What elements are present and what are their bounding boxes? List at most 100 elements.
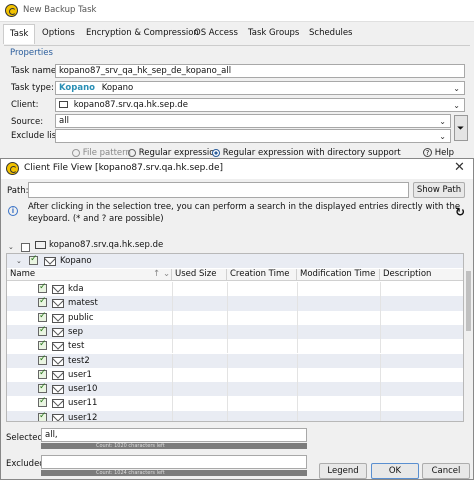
table-row[interactable]: sep [7,324,463,340]
row-name: matest [68,298,98,309]
dialog-title: Client File View [kopano87.srv.qa.hk.sep… [24,163,224,173]
mail-icon [52,370,64,380]
scrollbar-thumb[interactable] [466,271,471,331]
column-divider [297,296,298,311]
column-name-header[interactable]: Name ↑ ⌄ [7,269,172,281]
app-icon [6,162,19,175]
row-checkbox[interactable] [38,325,47,336]
row-name: sep [68,326,84,337]
column-divider [227,353,228,368]
task-type-select[interactable]: Kopano Kopano ⌄ [55,81,465,95]
column-modification-time-header[interactable]: Modification Time [297,269,380,281]
selected-count-meter: Count: 1020 characters left [41,443,307,449]
tab-options[interactable]: Options [36,24,81,44]
row-checkbox[interactable] [38,296,47,308]
row-checkbox[interactable] [38,382,47,394]
collapse-arrow-icon[interactable]: ⌄ [16,257,22,265]
column-divider [380,296,381,311]
filter-button[interactable]: ⏷ [454,115,468,141]
table-row[interactable]: kda [7,282,463,297]
folder-checkbox[interactable] [29,254,38,265]
file-table: ⌄ Kopano Name ↑ ⌄ Used Size Creation Tim… [6,253,464,422]
radio-file-pattern[interactable]: File pattern [72,148,131,158]
mail-icon [44,257,56,266]
radio-regex-directory[interactable]: Regular expression with directory suppor… [212,148,401,158]
collapse-arrow-icon[interactable]: ⌄ [8,243,14,251]
client-select[interactable]: kopano87.srv.qa.hk.sep.de ⌄ [55,98,465,112]
row-checkbox[interactable] [38,368,47,379]
close-icon[interactable]: ✕ [454,160,465,175]
selected-field[interactable]: all, [41,428,307,442]
path-input[interactable] [28,182,409,198]
column-divider [227,324,228,340]
table-row[interactable]: test2 [7,353,463,368]
task-name-label: Task name: [11,66,60,76]
task-name-input[interactable]: kopano87_srv_qa_hk_sep_de_kopano_all [55,64,465,78]
task-type-label: Task type: [11,83,54,93]
column-divider [227,339,228,354]
row-checkbox[interactable] [38,339,47,351]
dropdown-arrow-icon: ⌄ [453,84,460,93]
radio-regular-expression[interactable]: Regular expression [128,148,220,158]
tab-encryption-compression[interactable]: Encryption & Compression [80,24,205,44]
column-divider [380,353,381,368]
cancel-button[interactable]: Cancel [422,463,470,479]
table-row[interactable]: user12 [7,410,463,421]
column-divider [380,396,381,411]
excluded-field[interactable] [41,455,307,469]
column-used-size-header[interactable]: Used Size [172,269,227,281]
row-checkbox[interactable] [38,354,47,365]
column-divider [227,382,228,397]
column-description-header[interactable]: Description [380,269,463,281]
mail-icon [52,399,64,409]
filter-icon: ⏷ [457,124,465,134]
radio-circle-selected [212,148,220,157]
help-label: Help [434,148,455,158]
help-button[interactable]: ? Help [423,148,454,158]
client-value: kopano87.srv.qa.hk.sep.de [73,100,188,110]
column-divider [227,396,228,411]
table-row[interactable]: user10 [7,382,463,397]
row-name: public [68,312,94,323]
row-name: user10 [68,384,98,395]
row-checkbox[interactable] [38,411,47,421]
table-row[interactable]: user11 [7,396,463,411]
help-icon: ? [423,148,432,157]
table-row[interactable]: test [7,339,463,354]
column-divider [227,282,228,297]
sort-icon: ↑ [153,269,161,279]
column-divider [227,410,228,421]
radio-regex-dir-label: Regular expression with directory suppor… [222,148,401,158]
column-divider [297,324,298,340]
ok-button[interactable]: OK [371,463,419,479]
table-row[interactable]: public [7,310,463,325]
tree-folder-row[interactable]: ⌄ Kopano [7,254,463,269]
tab-os-access[interactable]: OS Access [188,24,244,44]
tab-task[interactable]: Task [3,24,36,44]
column-divider [297,410,298,421]
column-divider [297,282,298,297]
tab-schedules[interactable]: Schedules [303,24,359,44]
table-row[interactable]: matest [7,296,463,311]
legend-button[interactable]: Legend [319,463,367,479]
table-row[interactable]: user1 [7,367,463,383]
monitor-icon [59,101,68,108]
column-divider [297,382,298,397]
window-title: New Backup Task [23,5,97,15]
row-checkbox[interactable] [38,311,47,322]
mail-icon [52,299,64,309]
column-divider [172,296,173,311]
column-divider [172,324,173,340]
refresh-icon[interactable]: ↻ [455,205,465,219]
backup-task-title-bar: New Backup Task [0,0,474,22]
column-divider [227,367,228,383]
exclude-list-select[interactable]: ⌄ [55,129,451,143]
row-checkbox[interactable] [38,396,47,408]
source-select[interactable]: all ⌄ [55,114,451,128]
show-path-button[interactable]: Show Path [413,182,465,198]
tab-task-groups[interactable]: Task Groups [242,24,305,44]
row-checkbox[interactable] [38,282,47,293]
column-creation-time-header[interactable]: Creation Time [227,269,297,281]
root-checkbox[interactable] [21,243,30,252]
info-text-line-1: After clicking in the selection tree, yo… [28,202,461,212]
